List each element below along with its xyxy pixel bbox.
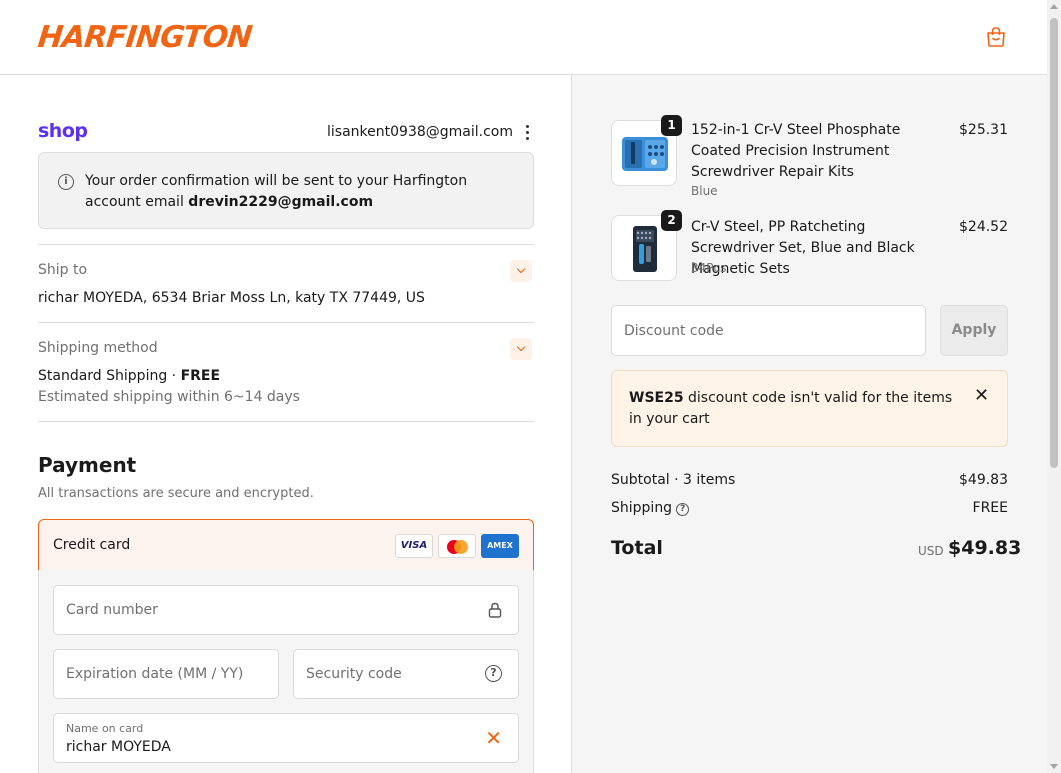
ship-to-label: Ship to bbox=[38, 262, 88, 278]
total-value: $49.83 bbox=[948, 537, 1022, 559]
scroll-down-arrow-icon[interactable] bbox=[1050, 764, 1058, 769]
credit-card-option[interactable]: Credit card VISA AMEX bbox=[38, 519, 534, 571]
product-title: 152-in-1 Cr-V Steel Phosphate Coated Pre… bbox=[691, 122, 901, 180]
subtotal-row: Subtotal · 3 items $49.83 bbox=[611, 472, 1008, 488]
shipping-row: Shipping? FREE bbox=[611, 500, 1008, 516]
divider bbox=[38, 322, 534, 323]
help-question-icon[interactable]: ? bbox=[676, 503, 690, 516]
card-number-field[interactable]: Card number bbox=[53, 585, 519, 635]
visa-logo: VISA bbox=[395, 534, 433, 558]
notice-email: drevin2229@gmail.com bbox=[188, 194, 374, 210]
apply-discount-button[interactable]: Apply bbox=[940, 305, 1008, 356]
shipping-label: Shipping bbox=[611, 500, 673, 516]
help-question-icon[interactable]: ? bbox=[485, 665, 502, 682]
divider bbox=[38, 244, 534, 245]
shop-pay-logo: shop bbox=[38, 120, 88, 142]
scroll-up-arrow-icon[interactable] bbox=[1050, 4, 1058, 9]
ship-to-address: richar MOYEDA, 6534 Briar Moss Ln, katy … bbox=[38, 290, 425, 306]
product-price: $24.52 bbox=[959, 219, 1008, 235]
scrollbar-thumb[interactable] bbox=[1050, 18, 1058, 468]
expiration-date-field[interactable]: Expiration date (MM / YY) bbox=[53, 649, 279, 699]
shipping-value: FREE bbox=[972, 500, 1008, 516]
product-price: $25.31 bbox=[959, 122, 1008, 138]
lock-icon bbox=[488, 602, 502, 618]
name-on-card-field[interactable]: Name on card richar MOYEDA ✕ bbox=[53, 713, 519, 763]
discount-code-input[interactable]: Discount code bbox=[611, 305, 926, 356]
shopping-bag-icon[interactable] bbox=[985, 26, 1007, 48]
mastercard-logo bbox=[438, 534, 476, 558]
divider bbox=[38, 421, 534, 422]
discount-error-banner: WSE25 discount code isn't valid for the … bbox=[611, 370, 1008, 447]
shipping-method-price: FREE bbox=[180, 368, 221, 384]
total-currency: USD bbox=[918, 544, 944, 558]
kebab-menu-icon[interactable] bbox=[522, 125, 532, 141]
product-thumbnail: 1 bbox=[611, 115, 682, 186]
quantity-badge: 2 bbox=[661, 210, 682, 231]
discount-error-text: WSE25 discount code isn't valid for the … bbox=[629, 390, 953, 427]
order-confirmation-notice: i Your order confirmation will be sent t… bbox=[38, 152, 534, 229]
subtotal-value: $49.83 bbox=[959, 472, 1008, 488]
discount-code-placeholder: Discount code bbox=[624, 323, 724, 339]
card-number-placeholder: Card number bbox=[66, 602, 158, 618]
page-scrollbar[interactable] bbox=[1047, 0, 1061, 773]
quantity-badge: 1 bbox=[661, 115, 682, 136]
payment-subtitle: All transactions are secure and encrypte… bbox=[38, 486, 314, 501]
product-variant: 34Pcs bbox=[691, 261, 727, 275]
credit-card-fields: Card number Expiration date (MM / YY) Se… bbox=[38, 570, 534, 773]
close-icon[interactable]: ✕ bbox=[974, 387, 989, 405]
site-header: HARFINGTON bbox=[0, 0, 1047, 75]
discount-error-code: WSE25 bbox=[629, 390, 684, 406]
shipping-eta: Estimated shipping within 6~14 days bbox=[38, 389, 300, 405]
account-email: lisankent0938@gmail.com bbox=[327, 124, 513, 140]
shipping-method-expand-chevron-icon[interactable] bbox=[510, 338, 532, 360]
name-on-card-value: richar MOYEDA bbox=[66, 739, 171, 755]
payment-title: Payment bbox=[38, 453, 137, 477]
credit-card-label: Credit card bbox=[53, 537, 131, 553]
notice-text: Your order confirmation will be sent to … bbox=[85, 173, 468, 210]
info-icon: i bbox=[58, 174, 74, 190]
product-variant: Blue bbox=[691, 184, 718, 198]
product-title: Cr-V Steel, PP Ratcheting Screwdriver Se… bbox=[691, 219, 915, 277]
checkout-form-column: shop lisankent0938@gmail.com i Your orde… bbox=[0, 75, 572, 773]
harfington-logo[interactable]: HARFINGTON bbox=[36, 20, 253, 55]
subtotal-label: Subtotal · 3 items bbox=[611, 472, 736, 488]
security-code-field[interactable]: Security code ? bbox=[293, 649, 519, 699]
total-label: Total bbox=[611, 537, 663, 559]
security-code-placeholder: Security code bbox=[306, 666, 402, 682]
shipping-method-label: Shipping method bbox=[38, 340, 158, 356]
product-thumbnail: 2 bbox=[611, 210, 682, 281]
clear-close-icon[interactable]: ✕ bbox=[485, 728, 502, 748]
amex-logo: AMEX bbox=[481, 534, 519, 558]
ship-to-expand-chevron-icon[interactable] bbox=[510, 260, 532, 282]
shipping-method-value: Standard Shipping · FREE bbox=[38, 368, 221, 384]
expiration-placeholder: Expiration date (MM / YY) bbox=[66, 666, 244, 682]
name-on-card-label: Name on card bbox=[66, 722, 144, 735]
